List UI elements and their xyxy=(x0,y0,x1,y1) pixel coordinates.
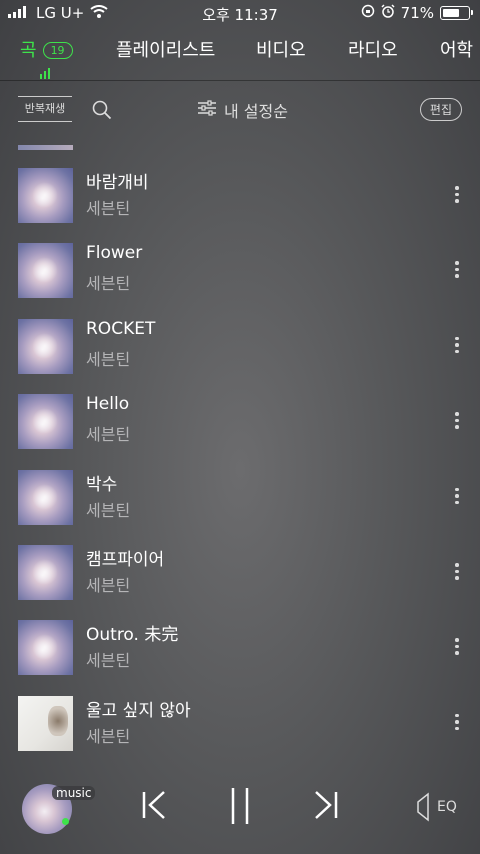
more-options-icon[interactable] xyxy=(452,638,462,655)
album-thumbnail xyxy=(18,620,73,676)
category-tabs: 곡 19 플레이리스트 비디오 라디오 어학 xyxy=(0,28,480,80)
more-options-icon[interactable] xyxy=(452,713,462,731)
battery-icon xyxy=(440,6,473,20)
playing-status-dot xyxy=(62,818,69,825)
tab-songs-label: 곡 xyxy=(20,40,37,61)
album-thumbnail xyxy=(18,394,73,450)
edit-button[interactable]: 편집 xyxy=(419,98,462,121)
album-thumbnail xyxy=(18,168,73,223)
album-thumbnail xyxy=(18,469,73,525)
rotation-lock-icon xyxy=(361,4,375,22)
song-row[interactable]: 박수세븐틴 xyxy=(0,469,480,545)
more-options-icon[interactable] xyxy=(452,261,462,278)
playing-indicator-icon xyxy=(40,68,50,79)
song-row[interactable]: 바람개비세븐틴 xyxy=(0,168,480,243)
song-count-badge: 19 xyxy=(42,42,73,59)
battery-percent: 71% xyxy=(400,4,434,22)
song-title: 울고 싶지 않아 xyxy=(86,700,191,721)
song-artist: 세븐틴 xyxy=(86,425,131,445)
song-title: Outro. 未完 xyxy=(86,625,179,646)
eq-label: EQ xyxy=(437,799,457,815)
song-artist: 세븐틴 xyxy=(86,651,131,671)
sliders-icon xyxy=(198,100,216,120)
tab-radio[interactable]: 라디오 xyxy=(348,36,398,62)
song-artist: 세븐틴 xyxy=(86,199,131,218)
more-options-icon[interactable] xyxy=(452,186,462,203)
album-thumbnail xyxy=(18,243,73,299)
song-title: 캠프파이어 xyxy=(86,550,165,570)
status-right: 71% xyxy=(361,4,473,22)
more-options-icon[interactable] xyxy=(452,412,462,429)
song-title: Flower xyxy=(86,243,143,264)
more-options-icon[interactable] xyxy=(452,563,462,580)
source-label: music xyxy=(52,786,96,800)
song-artist: 세븐틴 xyxy=(86,500,131,520)
song-row[interactable]: Outro. 未完 세븐틴 xyxy=(0,620,480,695)
eq-button[interactable]: EQ xyxy=(416,792,457,822)
tab-songs[interactable]: 곡 19 xyxy=(20,36,73,62)
alarm-icon xyxy=(381,4,395,22)
search-icon[interactable] xyxy=(92,100,112,124)
song-artist: 세븐틴 xyxy=(86,576,131,595)
song-artist: 세븐틴 xyxy=(86,349,131,369)
pause-icon[interactable] xyxy=(227,786,253,826)
album-thumbnail xyxy=(18,545,73,600)
player-bar: music EQ xyxy=(0,764,480,854)
list-toolbar: 반복재생 내 설정순 편집 xyxy=(0,90,480,130)
previous-icon[interactable] xyxy=(140,788,168,822)
next-icon[interactable] xyxy=(312,788,340,822)
song-row[interactable]: 캠프파이어세븐틴 xyxy=(0,545,480,620)
tab-videos[interactable]: 비디오 xyxy=(256,36,306,62)
song-row[interactable]: Flower 세븐틴 xyxy=(0,243,480,318)
status-bar: LG U+ 오후 11:37 71% xyxy=(0,0,480,28)
song-list[interactable]: 바람개비 세븐틴 Flower 세븐틴 ROCKET 세븐틴 Hello 세븐틴 박수 세븐틴 캠프… xyxy=(0,145,480,757)
song-row[interactable]: Hello 세븐틴 xyxy=(0,394,480,469)
song-title: 바람개비 xyxy=(86,173,149,193)
song-row[interactable]: 울고 싶지 않아세븐틴 xyxy=(0,695,480,757)
song-row[interactable]: ROCKET 세븐틴 xyxy=(0,318,480,394)
tab-playlists[interactable]: 플레이리스트 xyxy=(116,36,215,62)
song-artist: 세븐틴 xyxy=(86,726,131,746)
more-options-icon[interactable] xyxy=(452,336,462,354)
album-thumbnail xyxy=(18,318,73,374)
tabs-divider xyxy=(0,80,480,81)
album-thumbnail xyxy=(18,695,73,751)
song-title: ROCKET xyxy=(86,318,156,339)
album-thumbnail xyxy=(18,145,73,150)
sort-button[interactable]: 내 설정순 xyxy=(198,98,288,122)
song-title: 박수 xyxy=(86,474,118,495)
more-options-icon[interactable] xyxy=(452,487,462,505)
song-artist: 세븐틴 xyxy=(86,274,131,294)
repeat-button[interactable]: 반복재생 xyxy=(18,96,72,122)
speaker-icon xyxy=(416,792,436,822)
tab-language[interactable]: 어학 xyxy=(440,36,473,62)
song-title: Hello xyxy=(86,394,130,415)
sort-label: 내 설정순 xyxy=(224,102,288,121)
